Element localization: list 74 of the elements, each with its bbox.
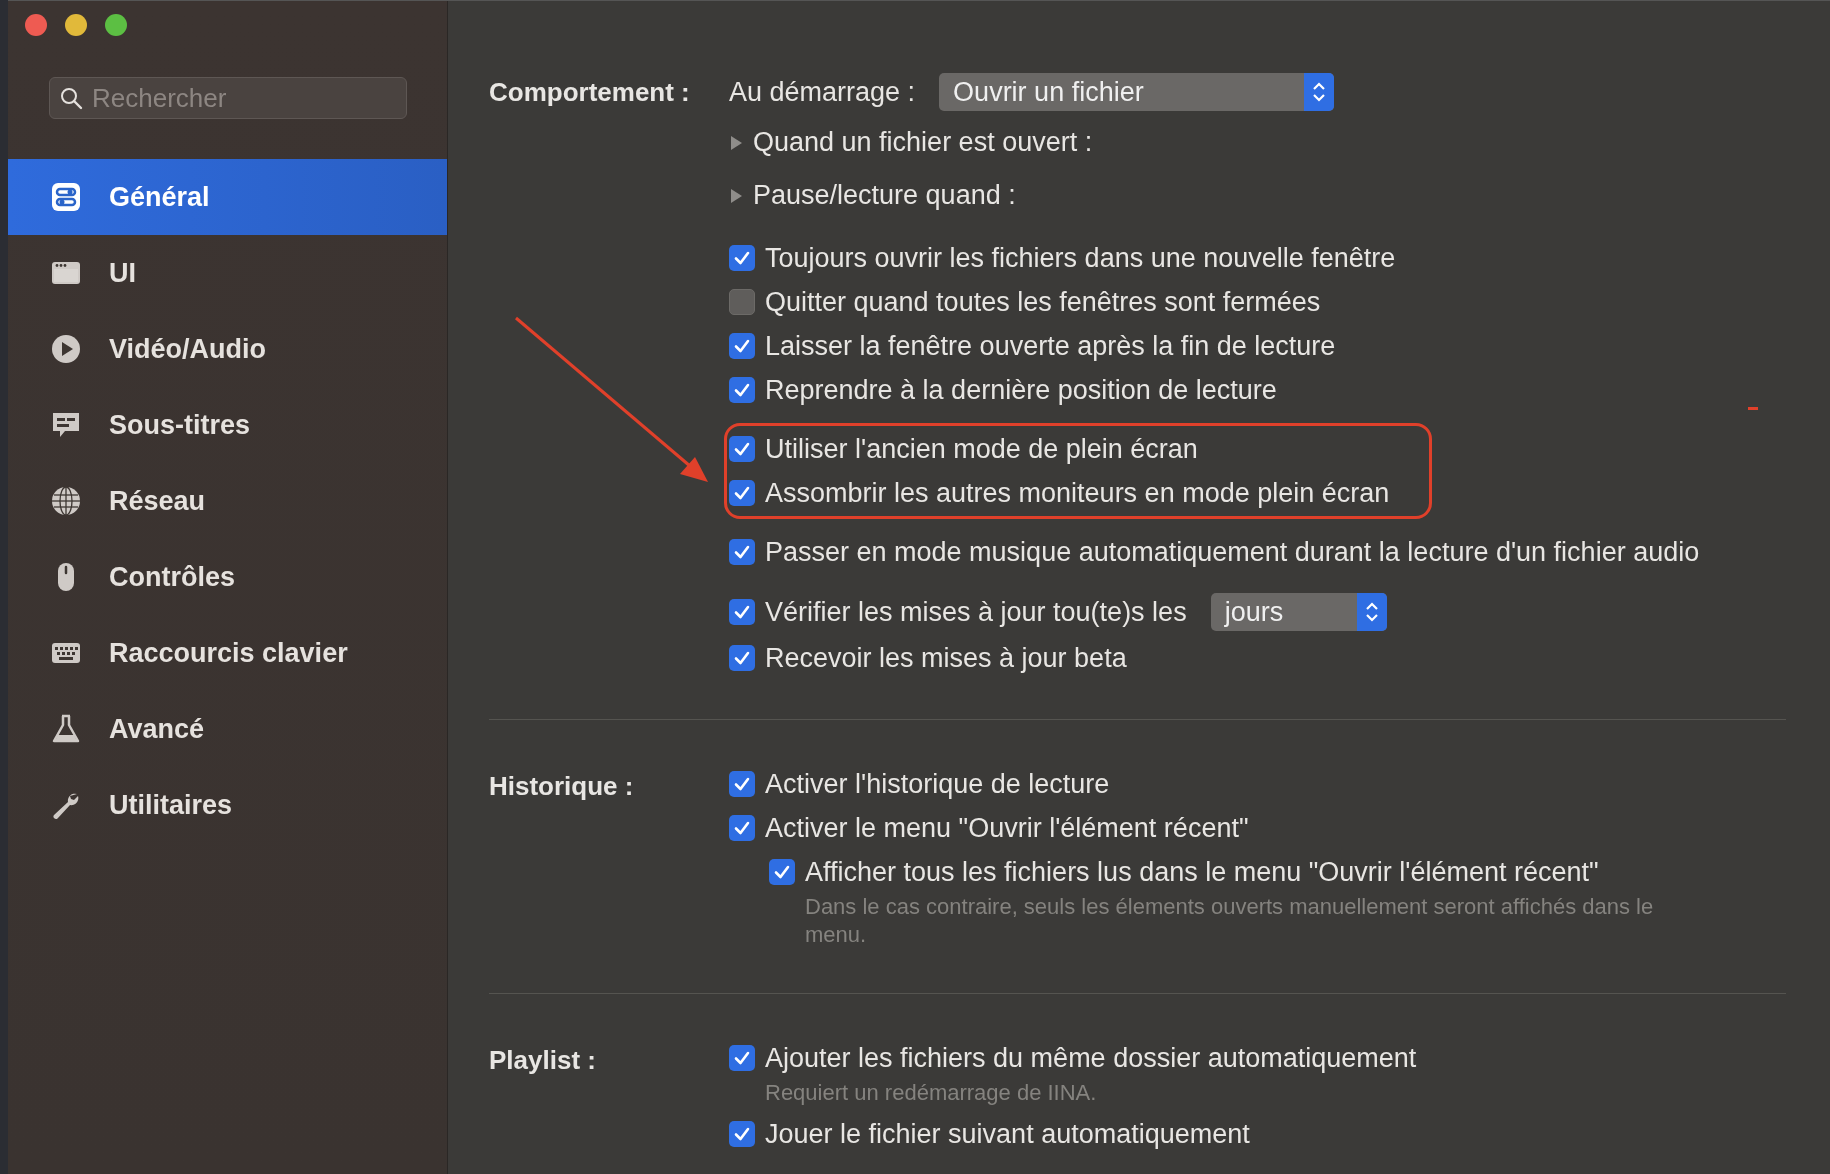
disclosure-triangle-icon[interactable]	[729, 187, 743, 204]
checkmark-icon	[733, 337, 751, 355]
checkmark-icon	[733, 484, 751, 502]
checkbox-label[interactable]: Vérifier les mises à jour tou(te)s les	[765, 596, 1187, 628]
checkbox[interactable]	[769, 859, 795, 885]
checkbox[interactable]	[729, 815, 755, 841]
checkbox-label[interactable]: Laisser la fenêtre ouverte après la fin de lecture	[765, 330, 1336, 362]
annotation-dash	[1748, 407, 1758, 410]
popup-button[interactable]: Ouvrir un fichier	[939, 73, 1335, 111]
checkmark-icon	[733, 1049, 751, 1067]
checkbox-label[interactable]: Afficher tous les fichiers lus dans le menu "Ouvrir l'élément récent"	[805, 856, 1599, 888]
minimize-button[interactable]	[65, 14, 87, 36]
checkbox[interactable]	[729, 1121, 755, 1147]
checkbox-label[interactable]: Activer le menu "Ouvrir l'élément récent"	[765, 812, 1249, 844]
search-field[interactable]: Rechercher	[49, 77, 407, 119]
checkmark-icon	[733, 1125, 751, 1143]
checkmark-icon	[733, 649, 751, 667]
sidebar-item[interactable]: Sous-titres	[8, 387, 447, 463]
checkbox[interactable]	[729, 436, 755, 462]
sidebar-item[interactable]: Réseau	[8, 463, 447, 539]
checkbox[interactable]	[729, 645, 755, 671]
toggles-icon	[51, 182, 81, 212]
sidebar-item[interactable]: Utilitaires	[8, 767, 447, 843]
checkbox-label[interactable]: Toujours ouvrir les fichiers dans une nouvelle fenêtre	[765, 242, 1396, 274]
checkmark-icon	[733, 381, 751, 399]
search-icon	[59, 86, 83, 110]
sidebar-item[interactable]: Contrôles	[8, 539, 447, 615]
checkmark-icon	[733, 775, 751, 793]
checkbox[interactable]	[729, 377, 755, 403]
popup-button[interactable]: jours	[1210, 593, 1387, 631]
checkmark-icon	[733, 819, 751, 837]
checkbox[interactable]	[729, 539, 755, 565]
checkbox-label[interactable]: Passer en mode musique automatiquement durant la lecture d'un fichier audio	[765, 536, 1700, 568]
section-label: Historique :	[489, 770, 635, 802]
checkmark-icon	[733, 249, 751, 267]
checkmark-icon	[733, 440, 751, 458]
checkbox[interactable]	[729, 480, 755, 506]
checkmark-icon	[733, 543, 751, 561]
checkbox-label[interactable]: Quitter quand toutes les fenêtres sont fermées	[765, 286, 1321, 318]
globe-icon	[51, 486, 81, 516]
checkbox-label[interactable]: Utiliser l'ancien mode de plein écran	[765, 433, 1198, 465]
checkbox-label[interactable]: Recevoir les mises à jour beta	[765, 642, 1127, 674]
checkbox[interactable]	[729, 1045, 755, 1071]
sidebar-item[interactable]: Raccourcis clavier	[8, 615, 447, 691]
checkbox[interactable]	[729, 333, 755, 359]
chevron-icon	[1363, 600, 1380, 624]
checkmark-icon	[773, 863, 791, 881]
checkbox-label[interactable]: Ajouter les fichiers du même dossier automatiquement	[765, 1042, 1417, 1074]
disclosure-label[interactable]: Quand un fichier est ouvert :	[753, 127, 1093, 158]
sidebar-item[interactable]: Avancé	[8, 691, 447, 767]
close-button[interactable]	[25, 14, 47, 36]
sidebar-item[interactable]: UI	[8, 235, 447, 311]
checkbox[interactable]	[729, 771, 755, 797]
disclosure-triangle-icon[interactable]	[729, 134, 743, 151]
hint-text: Requiert un redémarrage de IINA.	[765, 1079, 1098, 1107]
chevron-icon	[1311, 80, 1328, 104]
play-icon	[51, 334, 81, 364]
section-label: Comportement :	[489, 76, 691, 108]
checkbox[interactable]	[729, 599, 755, 625]
sidebar-item[interactable]: Général	[8, 159, 447, 235]
checkbox-label[interactable]: Jouer le fichier suivant automatiquement	[765, 1118, 1250, 1150]
flask-icon	[51, 714, 81, 744]
checkbox[interactable]	[729, 289, 755, 315]
section-label: Playlist :	[489, 1044, 597, 1076]
checkbox-label[interactable]: Activer l'historique de lecture	[765, 768, 1110, 800]
checkbox-label[interactable]: Reprendre à la dernière position de lecture	[765, 374, 1277, 406]
zoom-button[interactable]	[105, 14, 127, 36]
disclosure-label[interactable]: Pause/lecture quand :	[753, 180, 1016, 211]
hint-text: Dans le cas contraire, seuls les élements ouverts manuellement seront affichés dans le menu.	[805, 893, 1655, 949]
sidebar-item[interactable]: Vidéo/Audio	[8, 311, 447, 387]
checkbox[interactable]	[729, 245, 755, 271]
checkmark-icon	[733, 603, 751, 621]
checkbox-label[interactable]: Assombrir les autres moniteurs en mode plein écran	[765, 477, 1390, 509]
field-label: Au démarrage :	[729, 76, 916, 108]
